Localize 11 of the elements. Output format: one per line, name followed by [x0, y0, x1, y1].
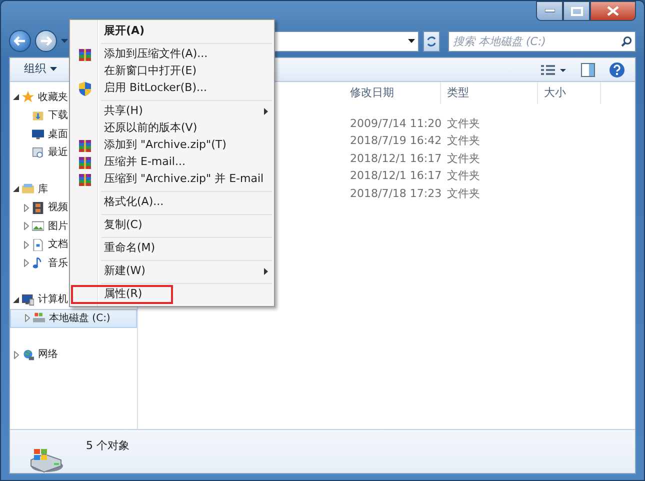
type-cell-text: 文件夹 — [447, 133, 480, 149]
date-cell-text: 2009/7/14 11:20 — [350, 116, 443, 132]
type-cell-text: 文件夹 — [447, 186, 480, 202]
date-cell-text: 2018/7/19 16:42 — [350, 133, 443, 149]
type-cell-text: 文件夹 — [447, 150, 480, 166]
status-text: 5 个对象 — [86, 438, 130, 454]
date-cell-text: 2018/12/1 16:17 — [350, 168, 443, 184]
date-cell-text: 2018/12/1 16:17 — [350, 150, 443, 166]
type-cell-text: 文件夹 — [447, 168, 480, 184]
type-cell-text: 文件夹 — [447, 116, 480, 132]
date-cell-text: 2018/7/18 17:23 — [350, 186, 443, 202]
